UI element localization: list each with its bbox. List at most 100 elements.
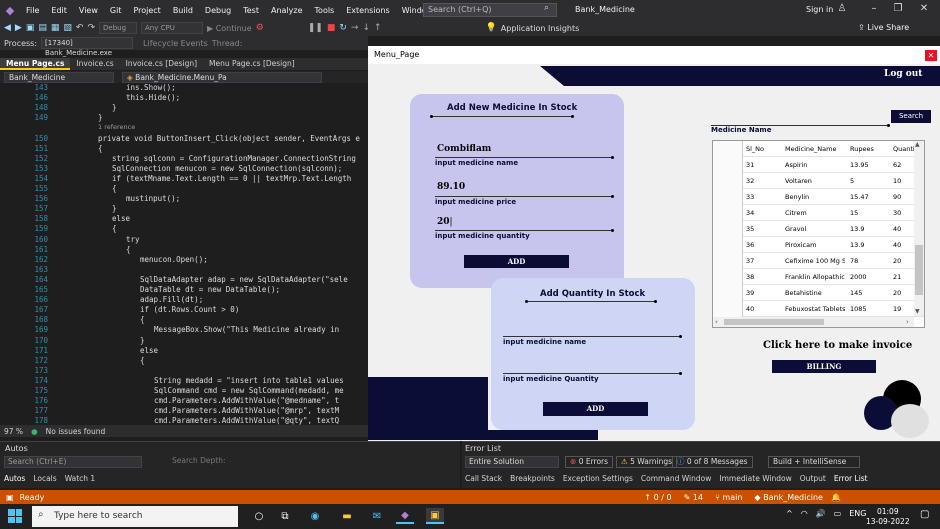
grid-cell[interactable]: 13.9 [850, 241, 884, 249]
grid-row[interactable]: 35 Gravol 13.9 40 [713, 221, 924, 237]
code-line[interactable]: 175 SqlCommand cmd = new SqlCommand(medad… [0, 386, 368, 396]
network-icon[interactable]: ◠ [801, 509, 808, 518]
doc-tab[interactable]: Menu Page.cs [0, 58, 71, 70]
code-line[interactable]: 155 { [0, 184, 368, 194]
config-dropdown[interactable]: Debug [99, 22, 137, 34]
menu-item-edit[interactable]: Edit [45, 6, 73, 15]
tool-tab[interactable]: Breakpoints [510, 474, 555, 483]
autos-tab[interactable]: Locals [33, 474, 56, 483]
grid-row[interactable]: 33 Benylin 15.47 90 [713, 189, 924, 205]
code-editor[interactable]: 143 ins.Show(); 146 this.Hide(); 148} 149} 1 r… [0, 83, 368, 425]
visual-studio-taskbar-icon[interactable]: ◆ [396, 508, 414, 524]
language-indicator[interactable]: ENG [849, 509, 866, 518]
grid-cell[interactable]: 78 [850, 257, 884, 265]
grid-cell[interactable]: 2000 [850, 273, 884, 281]
grid-cell[interactable]: 15.47 [850, 193, 884, 201]
row-selector[interactable] [713, 173, 743, 189]
add-quantity-button[interactable]: ADD [543, 402, 648, 416]
menu-item-build[interactable]: Build [167, 6, 199, 15]
file-explorer-icon[interactable]: ▬ [338, 508, 356, 524]
grid-row[interactable]: 39 Betahistine 145 20 [713, 285, 924, 301]
row-selector[interactable] [713, 285, 743, 301]
code-line[interactable]: 174 String medadd = "insert into table1 v… [0, 376, 368, 386]
restore-icon[interactable]: ❐ [890, 3, 906, 14]
row-selector[interactable] [713, 269, 743, 285]
battery-icon[interactable]: ▭ [834, 509, 842, 518]
code-line[interactable]: 149} [0, 113, 368, 123]
grid-cell[interactable]: Voltaren [785, 177, 845, 185]
taskbar-clock[interactable]: 01:09 13-09-2022 [866, 507, 910, 527]
app-insights-button[interactable]: Application Insights [501, 24, 580, 33]
menu-item-test[interactable]: Test [237, 6, 265, 15]
code-line[interactable]: 171 else [0, 346, 368, 356]
grid-corner[interactable] [713, 141, 743, 157]
menu-item-extensions[interactable]: Extensions [340, 6, 395, 15]
doc-tab[interactable]: Menu Page.cs [Design] [203, 58, 301, 70]
medicine-name-input[interactable]: Combiflam [437, 144, 491, 154]
grid-row[interactable]: 40Febuxostat Tablets ...108519 [713, 301, 924, 317]
save-all-icon[interactable]: ▧ [63, 23, 72, 33]
grid-cell[interactable]: Franklin Allopathic [785, 273, 845, 281]
code-line[interactable]: 143 ins.Show(); [0, 83, 368, 93]
run-options-icon[interactable]: ⚙ [256, 23, 264, 33]
forward-icon[interactable]: ▶ [15, 23, 22, 33]
code-line[interactable]: 158 else [0, 214, 368, 224]
autos-tab[interactable]: Watch 1 [65, 474, 96, 483]
status-branch[interactable]: ⑂ main [715, 493, 742, 502]
search-button[interactable]: Search [891, 110, 931, 123]
lifecycle-events-button[interactable]: Lifecycle Events [143, 39, 208, 48]
edge-browser-icon[interactable]: ◉ [306, 508, 324, 524]
grid-row[interactable]: 38 Franklin Allopathic 2000 21 [713, 269, 924, 285]
status-lines[interactable]: ↑ 0 / 0 [644, 493, 671, 502]
code-line[interactable]: 160 try [0, 235, 368, 245]
live-share-button[interactable]: ⇪ Live Share [858, 23, 909, 32]
tool-tab[interactable]: Call Stack [465, 474, 502, 483]
scroll-left-icon[interactable]: ‹ [715, 318, 718, 326]
row-selector[interactable] [713, 189, 743, 205]
tool-tab[interactable]: Error List [834, 474, 868, 483]
menu-item-analyze[interactable]: Analyze [265, 6, 309, 15]
notification-icon[interactable]: 🔔 [831, 493, 841, 502]
scroll-up-icon[interactable]: ▲ [915, 141, 920, 148]
redo-icon[interactable]: ↷ [87, 23, 95, 33]
add-medicine-button[interactable]: ADD [464, 255, 569, 268]
minimize-icon[interactable]: – [866, 3, 882, 14]
qty-quantity-input[interactable] [503, 373, 681, 374]
code-line[interactable]: 157} [0, 204, 368, 214]
grid-cell[interactable]: 38 [746, 273, 780, 281]
row-selector[interactable] [713, 253, 743, 269]
task-view-icon[interactable]: ○ [250, 508, 268, 524]
step-into-icon[interactable]: ↓ [362, 23, 370, 33]
step-icon[interactable]: → [351, 23, 359, 33]
feedback-icon[interactable]: ♙ [834, 3, 850, 14]
error-scope-dropdown[interactable]: Entire Solution [465, 456, 559, 468]
code-line[interactable]: 176 cmd.Parameters.AddWithValue("@medname… [0, 396, 368, 406]
code-line[interactable]: 169 MessageBox.Show("This Medicine alread… [0, 325, 368, 335]
notifications-icon[interactable]: ▢ [920, 509, 929, 520]
grid-cell[interactable]: 36 [746, 241, 780, 249]
grid-cell[interactable]: Cefixime 100 Mg S... [785, 257, 845, 265]
row-selector[interactable] [713, 221, 743, 237]
process-dropdown[interactable]: [17340] Bank_Medicine.exe [41, 37, 134, 57]
errors-filter-button[interactable]: ⊗ 0 Errors [565, 456, 614, 468]
medicine-grid[interactable]: Sl_No Medicine_Name Rupees Quantit 31 Aspirin… [712, 140, 925, 328]
grid-cell[interactable]: Piroxicam [785, 241, 845, 249]
code-line[interactable]: 170} [0, 336, 368, 346]
code-line[interactable]: 165 DataTable dt = new DataTable(); [0, 285, 368, 295]
code-line[interactable]: 164 SqlDataAdapter adap = new SqlDataAdap… [0, 275, 368, 285]
app-insights-icon[interactable]: 💡 [486, 23, 497, 33]
app-window-icon[interactable]: ▣ [426, 508, 444, 524]
qty-name-input[interactable] [503, 336, 681, 337]
grid-cell[interactable]: 145 [850, 289, 884, 297]
autos-search-input[interactable]: Search (Ctrl+E) [4, 456, 142, 468]
grid-cell[interactable]: 32 [746, 177, 780, 185]
grid-column-header[interactable]: Rupees [850, 145, 884, 153]
grid-column-header[interactable]: Sl_No [746, 145, 780, 153]
menu-item-git[interactable]: Git [104, 6, 128, 15]
doc-tab[interactable]: Invoice.cs [Design] [120, 58, 203, 70]
code-line[interactable]: 162 menucon.Open(); [0, 255, 368, 265]
autos-tab[interactable]: Autos [4, 474, 25, 483]
grid-cell[interactable]: 15 [850, 209, 884, 217]
code-line[interactable]: 177 cmd.Parameters.AddWithValue("@mrp", t… [0, 406, 368, 416]
code-line[interactable]: 161 { [0, 245, 368, 255]
